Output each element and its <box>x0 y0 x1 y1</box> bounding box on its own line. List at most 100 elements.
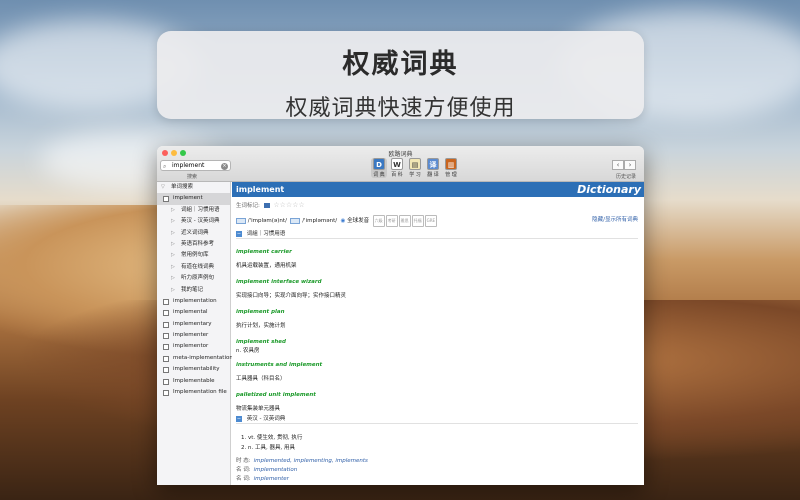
toolbar-label: 学 习 <box>409 172 421 178</box>
sidebar-word-label: Implementable <box>173 377 215 384</box>
globe-icon[interactable]: ◉ <box>341 218 346 224</box>
sidebar-word-label: implementer <box>173 332 209 339</box>
sidebar-dictionary-item[interactable]: ▷ 听力原声例句 <box>157 273 230 284</box>
sidebar-word-item[interactable]: implementability <box>157 364 230 375</box>
sidebar-dictionary-item[interactable]: ▷ 近义词词典 <box>157 228 230 239</box>
phrase-item: palletized unit implement 物流集装单元器具 <box>236 392 638 412</box>
phrase-zh: 物流集装单元器具 <box>236 406 281 412</box>
phrase-en[interactable]: implement shed <box>236 339 638 345</box>
sidebar-dictionary-item[interactable]: ▷ 有道在线词典 <box>157 262 230 273</box>
sidebar-word-item[interactable]: implementation <box>157 296 230 307</box>
sidebar-selected-label: implement <box>173 195 203 202</box>
uk-speaker-icon[interactable] <box>236 217 246 224</box>
document-icon <box>163 310 169 317</box>
sidebar-selected-word[interactable]: implement <box>157 193 230 205</box>
phrase-zh: 工具器具（科目名） <box>236 376 286 382</box>
sidebar-header[interactable]: ▽ 单词搜索 <box>157 182 230 193</box>
phonetic-us: /'impləmənt/ <box>302 218 338 224</box>
word-forms: 时 态: implemented, implementing, implement… <box>236 456 638 483</box>
clear-search-icon[interactable]: × <box>221 162 228 170</box>
toolbar-wikipedia-button[interactable]: W 百 科 <box>389 158 405 178</box>
document-icon <box>163 378 169 385</box>
collapse-triangle-icon: ▽ <box>161 184 165 190</box>
sidebar-dictionary-item[interactable]: ▷ 我的笔记 <box>157 285 230 296</box>
document-icon <box>163 333 169 340</box>
phrase-en[interactable]: instruments and implement <box>236 362 638 368</box>
dictionary-brand: Dictionary <box>577 183 641 196</box>
sidebar-word-item[interactable]: Implementable <box>157 376 230 387</box>
phrase-zh: n. 农具房 <box>236 348 260 354</box>
phrase-en[interactable]: implement interface wizard <box>236 279 638 285</box>
us-speaker-icon[interactable] <box>290 217 301 224</box>
search-input[interactable]: ⌕ implement × <box>160 160 231 171</box>
toolbar-study-button[interactable]: ▤ 学 习 <box>407 158 423 178</box>
sidebar-dictionary-item[interactable]: ▷ 英汉 - 汉英词典 <box>157 216 230 227</box>
sidebar-word-item[interactable]: implemental <box>157 307 230 318</box>
definition-line: 1. vt. 使生效, 贯彻, 执行 <box>241 435 303 441</box>
phrase-item: implement shed n. 农具房 <box>236 339 638 354</box>
titlebar: 欧路词典 ⌕ implement × 搜索 D 词 典 W 百 科 ▤ 学 习译翻 译 ▥ 管… <box>157 146 644 182</box>
phrases-list: implement carrier 机具运载装置，通用机架 implement in… <box>236 249 638 422</box>
word-form-value[interactable]: implementation <box>254 467 298 473</box>
collapse-icon[interactable]: − <box>236 415 242 422</box>
sidebar-word-label: Implementation file <box>173 389 227 396</box>
toolbar-manage-button[interactable]: ▥ 管 理 <box>443 158 459 178</box>
sidebar-word-item[interactable]: implementary <box>157 319 230 330</box>
document-icon <box>163 298 169 305</box>
toolbar-label: 词 典 <box>373 172 385 178</box>
sidebar-dictionary-label: 听力原声例句 <box>181 275 215 282</box>
sidebar-word-label: implementability <box>173 366 220 373</box>
collapse-icon[interactable]: − <box>236 230 242 237</box>
exam-tag: GRE <box>424 215 438 227</box>
phrase-en[interactable]: implement plan <box>236 309 638 315</box>
word-form-value[interactable]: implementer <box>254 476 289 482</box>
phrase-en[interactable]: palletized unit implement <box>236 392 638 398</box>
word-form-value[interactable]: implemented, implementing, implements <box>254 458 368 464</box>
sidebar: ▽ 单词搜索 implement ▷ 词組｜习惯用语 ▷ 英汉 - 汉英词典 ▷ 近义词词… <box>157 182 233 485</box>
sidebar-dictionary-item[interactable]: ▷ 词組｜习惯用语 <box>157 205 230 216</box>
definitions: 1. vt. 使生效, 贯彻, 执行 2. n. 工具, 器具, 用具 <box>241 433 638 453</box>
expand-triangle-icon: ▷ <box>171 275 175 282</box>
expand-triangle-icon: ▷ <box>171 206 175 213</box>
sidebar-dictionary-item[interactable]: ▷ 常用例句库 <box>157 250 230 261</box>
sidebar-dictionary-item[interactable]: ▷ 英语百科参考 <box>157 239 230 250</box>
phrase-item: implement carrier 机具运载装置，通用机架 <box>236 249 638 269</box>
back-button[interactable]: ‹ <box>612 160 624 170</box>
manage-icon: ▥ <box>445 158 457 170</box>
translate-icon: 译 <box>427 158 439 170</box>
sidebar-word-label: implementary <box>173 320 212 327</box>
sidebar-dictionary-label: 英汉 - 汉英词典 <box>181 218 220 225</box>
history-label: 历史记录 <box>615 174 636 180</box>
enzh-section-title: 英汉 - 汉英词典 <box>246 416 286 422</box>
full-pronunciation[interactable]: 全球发音 <box>347 218 369 224</box>
sidebar-dictionary-label: 我的笔记 <box>181 286 204 293</box>
star-icon[interactable]: ☆ <box>298 201 304 209</box>
sidebar-word-item[interactable]: Implementation file <box>157 387 230 398</box>
phrase-en[interactable]: implement carrier <box>236 249 638 255</box>
banner-title: 权威词典 <box>342 49 459 80</box>
document-icon <box>163 321 169 328</box>
star-label: 生词标记: <box>236 203 260 209</box>
sidebar-word-item[interactable]: meta-implementation <box>157 353 233 364</box>
history-nav: ‹ › <box>612 160 636 170</box>
sidebar-dictionary-label: 英语百科参考 <box>181 240 215 247</box>
sidebar-word-item[interactable]: implementor <box>157 341 230 352</box>
toggle-dictionaries-link[interactable]: 隐藏/显示所有词典 <box>592 215 638 225</box>
search-label: 搜索 <box>187 174 198 180</box>
sidebar-dictionary-label: 近义词词典 <box>181 229 209 236</box>
word-form-row: 名 词: implementation <box>236 465 638 473</box>
phrases-section-header[interactable]: − 词組｜习惯用语 <box>236 229 638 239</box>
document-icon <box>163 390 169 397</box>
document-icon <box>163 367 169 374</box>
forward-button[interactable]: › <box>624 160 636 170</box>
phonetic-uk: /'impləm(ə)nt/ <box>247 218 287 224</box>
toolbar-label: 百 科 <box>391 172 403 178</box>
toolbar-translate-button[interactable]: 译翻 译 <box>425 158 441 178</box>
banner-subtitle: 权威词典快速方便使用 <box>285 96 516 121</box>
sidebar-word-item[interactable]: implementer <box>157 330 230 341</box>
enzh-section-header[interactable]: − 英汉 - 汉英词典 <box>236 414 638 424</box>
toolbar-dictionary-button[interactable]: D 词 典 <box>371 158 387 178</box>
flag-icon[interactable] <box>263 203 270 208</box>
rating-stars[interactable]: ☆☆☆☆☆ <box>273 201 304 209</box>
sidebar-word-label: implementation <box>173 297 217 304</box>
